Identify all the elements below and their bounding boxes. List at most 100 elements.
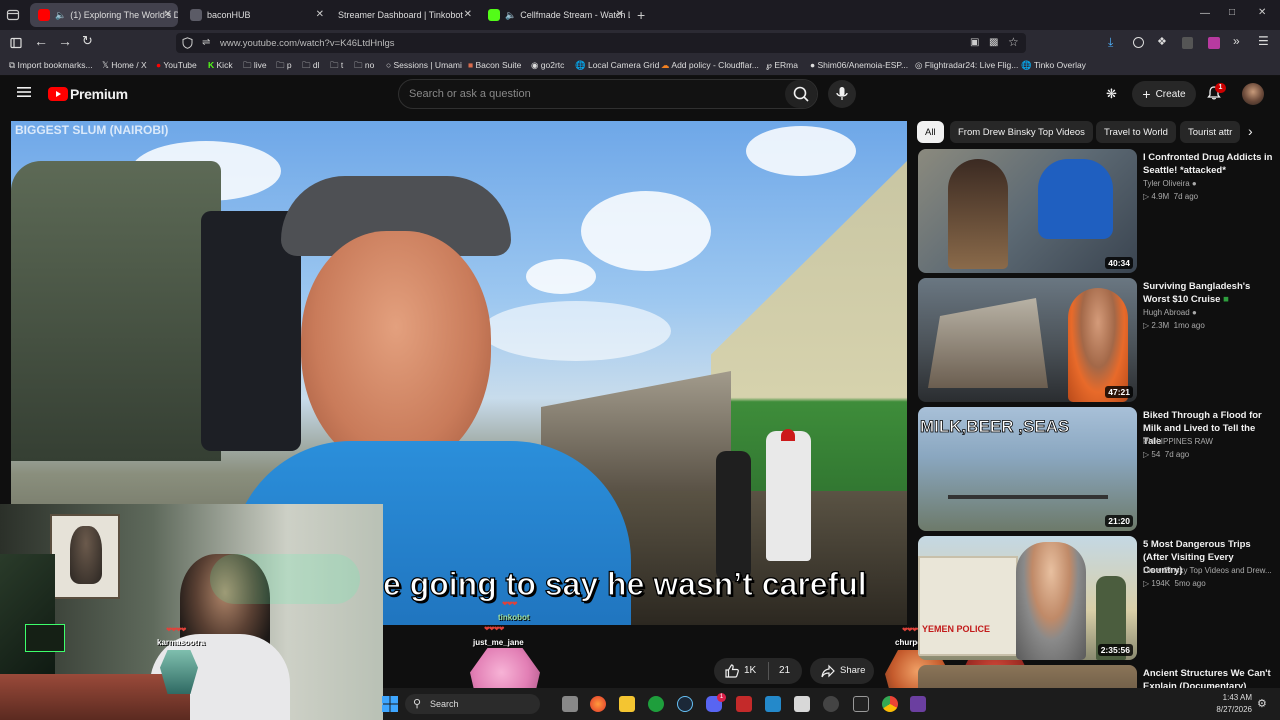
browser-tab[interactable]: Streamer Dashboard | Tinkobot ✕ [330, 3, 478, 27]
bookmark-camera-grid[interactable]: 🌐 Local Camera Grid [575, 60, 659, 71]
app-icon[interactable] [910, 696, 926, 712]
sparkle-icon[interactable]: ❋ [1106, 86, 1117, 102]
file-explorer-icon[interactable] [619, 696, 635, 712]
steam-icon[interactable] [677, 696, 693, 712]
chip-all[interactable]: All [917, 121, 944, 143]
voicemeeter-icon[interactable] [736, 696, 752, 712]
close-tab-icon[interactable]: ✕ [616, 9, 624, 20]
create-button[interactable]: + Create [1132, 81, 1196, 107]
chrome-icon[interactable] [882, 696, 898, 712]
video-thumbnail[interactable]: YEMEN POLICE 2:35:56 [918, 536, 1137, 660]
monitor-screen [25, 624, 65, 652]
person-dark [716, 451, 751, 581]
xbox-icon[interactable] [648, 696, 664, 712]
tab-list-icon[interactable] [6, 8, 20, 22]
extensions-icon[interactable]: ❖ [1157, 35, 1167, 48]
bookmark-erma[interactable]: ℘ ERma [766, 60, 798, 71]
close-tab-icon[interactable]: ✕ [464, 9, 472, 20]
close-tab-icon[interactable]: ✕ [164, 9, 172, 20]
share-button[interactable]: Share [810, 658, 874, 684]
terminal-icon[interactable] [853, 696, 869, 712]
chip-from-drew-binsky[interactable]: From Drew Binsky Top Videos [950, 121, 1093, 143]
bookmark-tinko-overlay[interactable]: 🌐 Tinko Overlay [1021, 60, 1086, 71]
download-icon[interactable]: ⤓ [1108, 35, 1113, 50]
bookmark-go2rtc[interactable]: ◉ go2rtc [531, 60, 564, 71]
minimize-window-icon[interactable]: — [1200, 8, 1210, 19]
screenshot-icon[interactable]: ▣ [970, 37, 979, 48]
bookmark-umami[interactable]: ○ Sessions | Umami [386, 60, 462, 70]
search-input[interactable]: Search or ask a question [409, 88, 531, 100]
vscode-icon[interactable] [765, 696, 781, 712]
bookmark-folder-dl[interactable]: 🗀 dl [302, 60, 320, 74]
channel-name[interactable]: Tyler Oliveira ● [1143, 179, 1197, 188]
recommendation-item[interactable]: 40:34 I Confronted Drug Addicts in Seatt… [918, 149, 1273, 273]
bookmark-folder-t[interactable]: 🗀 t [330, 60, 343, 74]
bookmark-folder-no[interactable]: 🗀 no [354, 60, 374, 74]
maximize-window-icon[interactable]: □ [1229, 7, 1235, 18]
hearts-icon: ❤❤❤❤ [484, 626, 504, 633]
browser-tab[interactable]: 🔈 Cellfmade Stream - Watch L ✕ [480, 3, 630, 27]
taskbar-search-label: Search [430, 699, 459, 709]
bookmark-import[interactable]: ⧉ Import bookmarks... [9, 60, 93, 71]
close-tab-icon[interactable]: ✕ [316, 9, 324, 20]
bookmark-cloudflare[interactable]: ☁ Add policy - Cloudflar... [661, 60, 759, 71]
browser-tab[interactable]: baconHUB ✕ [182, 3, 330, 27]
taskbar-search[interactable]: ⚲ Search [405, 694, 540, 714]
shield-icon[interactable] [182, 37, 193, 49]
video-thumbnail[interactable]: MILK,BEER ,SEAS 21:20 [918, 407, 1137, 531]
avatar[interactable] [1242, 83, 1264, 105]
chevron-right-icon[interactable]: › [1248, 123, 1253, 139]
chip-tourist-attractions[interactable]: Tourist attr [1180, 121, 1240, 143]
video-thumbnail[interactable]: 47:21 [918, 278, 1137, 402]
bookmark-folder-live[interactable]: 🗀 live [243, 60, 267, 74]
bookmark-folder-p[interactable]: 🗀 p [276, 60, 292, 74]
channel-name[interactable]: Drew Binsky Top Videos and Drew... [1143, 566, 1272, 575]
account-icon[interactable] [1133, 37, 1144, 48]
notepad-icon[interactable] [794, 696, 810, 712]
bookmark-kick[interactable]: K Kick [208, 60, 233, 70]
like-button[interactable] [724, 663, 740, 679]
bookmark-youtube[interactable]: ● YouTube [156, 60, 197, 70]
bookmark-flightradar[interactable]: ◎ Flightradar24: Live Flig... [915, 60, 1018, 71]
recommendation-item[interactable]: YEMEN POLICE 2:35:56 5 Most Dangerous Tr… [918, 536, 1273, 660]
obs-icon[interactable] [823, 696, 839, 712]
windows-start-icon[interactable] [382, 696, 398, 712]
speaker-icon[interactable]: 🔈 [55, 10, 66, 21]
voice-search-button[interactable] [828, 80, 856, 108]
new-tab-icon[interactable]: + [637, 7, 645, 23]
back-icon[interactable]: ← [34, 33, 48, 49]
channel-name[interactable]: PHILIPPINES RAW [1143, 437, 1213, 446]
browser-tab[interactable]: 🔈 (1) Exploring The World's D ✕ [30, 3, 178, 27]
save-page-icon[interactable]: ▩ [989, 37, 998, 48]
more-tools-icon[interactable]: » [1233, 34, 1240, 48]
task-view-icon[interactable] [562, 696, 578, 712]
reload-icon[interactable]: ↻ [82, 33, 93, 49]
close-window-icon[interactable]: ✕ [1258, 7, 1266, 18]
recommendation-item[interactable]: 47:21 Surviving Bangladesh's Worst $10 C… [918, 278, 1273, 402]
speaker-icon[interactable]: 🔈 [505, 10, 516, 21]
video-thumbnail[interactable]: 40:34 [918, 149, 1137, 273]
youtube-logo[interactable]: Premium [48, 86, 128, 102]
bookmark-x[interactable]: 𝕏 Home / X [102, 60, 147, 71]
comment-count[interactable]: 21 [779, 665, 790, 676]
menu-icon[interactable]: ☰ [1258, 34, 1269, 48]
recommendation-item[interactable]: MILK,BEER ,SEAS 21:20 Biked Through a Fl… [918, 407, 1273, 531]
video-title[interactable]: Surviving Bangladesh's Worst $10 Cruise … [1143, 280, 1273, 306]
extension-shield-icon[interactable] [1182, 37, 1193, 49]
forward-icon[interactable]: → [58, 33, 72, 49]
channel-name[interactable]: Hugh Abroad ● [1143, 308, 1197, 317]
chip-travel-to-world[interactable]: Travel to World [1096, 121, 1176, 143]
site-settings-icon[interactable]: ⇌ [202, 37, 210, 48]
premium-label: Premium [70, 86, 128, 102]
extension-icon[interactable] [1208, 37, 1220, 49]
hamburger-menu-icon[interactable] [17, 86, 31, 98]
search-button[interactable] [785, 80, 817, 108]
thumbs-up-icon [725, 664, 739, 678]
star-bookmark-icon[interactable]: ☆ [1008, 35, 1019, 49]
bookmark-bacon-suite[interactable]: ■ Bacon Suite [468, 60, 521, 70]
notification-center-icon[interactable]: ⚙ [1257, 697, 1267, 710]
video-title[interactable]: I Confronted Drug Addicts in Seattle! *a… [1143, 151, 1273, 177]
bookmark-github[interactable]: ● Shim06/Anemoia-ESP... [810, 60, 908, 70]
sidebar-toggle-icon[interactable] [10, 37, 22, 49]
firefox-icon[interactable] [590, 696, 606, 712]
